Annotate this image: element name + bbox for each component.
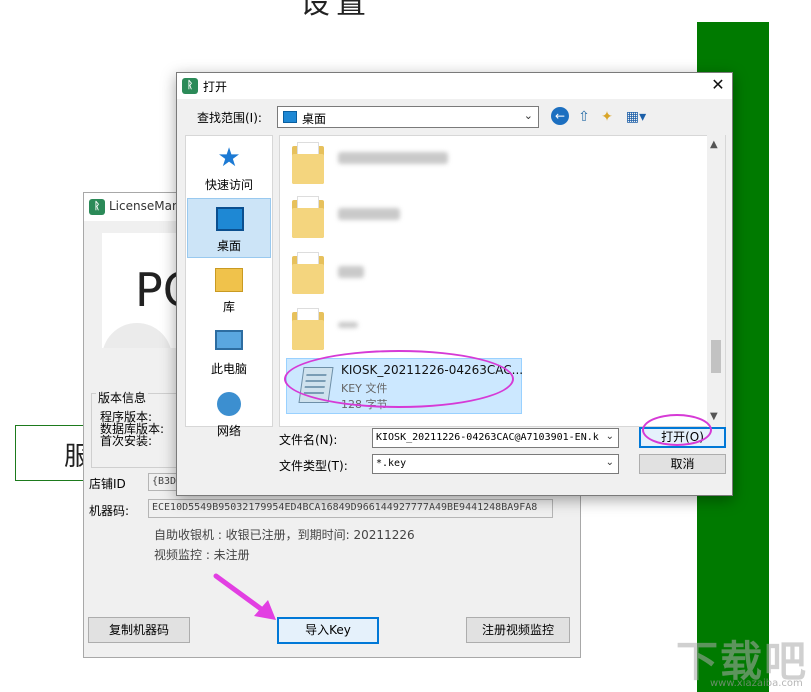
file-type-value: *.key — [376, 458, 407, 469]
first-install-label: 首次安装: — [100, 434, 153, 448]
version-group-label: 版本信息 — [96, 389, 149, 406]
file-type-label: 文件类型(T): — [279, 459, 348, 473]
blurred-folder-name — [338, 208, 400, 220]
file-list-scrollbar[interactable]: ▲ ▼ — [707, 135, 725, 427]
place-label: 桌面 — [216, 239, 241, 253]
annotation-ellipse-open — [642, 414, 712, 446]
scroll-up-icon[interactable]: ▲ — [710, 139, 718, 150]
view-menu-icon[interactable]: ▦▾ — [622, 107, 650, 127]
dialog-titlebar: ᚱ 打开 ✕ — [177, 73, 732, 99]
blurred-folder-name — [338, 266, 364, 278]
place-label: 库 — [222, 300, 235, 314]
folder-icon[interactable] — [290, 194, 326, 238]
library-icon — [215, 268, 243, 292]
dialog-title: 打开 — [203, 80, 228, 94]
up-folder-icon[interactable]: ⇧ — [574, 107, 594, 127]
place-library[interactable]: 库 — [187, 260, 271, 320]
annotation-arrow-icon — [213, 573, 276, 620]
computer-icon — [215, 330, 243, 350]
app-logo-icon: ᚱ — [89, 199, 105, 215]
banner-decoration — [102, 323, 172, 348]
place-label: 网络 — [216, 424, 241, 438]
places-bar: ★ 快速访问 桌面 库 此电脑 网络 — [185, 135, 273, 438]
background-page-title: 设置 — [300, 0, 372, 21]
folder-icon[interactable] — [290, 250, 326, 294]
register-video-button[interactable]: 注册视频监控 — [466, 617, 570, 643]
look-in-label: 查找范围(I): — [197, 111, 262, 125]
folder-icon[interactable] — [290, 140, 326, 184]
chevron-down-icon[interactable]: ⌄ — [606, 457, 614, 468]
cancel-button[interactable]: 取消 — [639, 454, 726, 474]
folder-icon[interactable] — [290, 306, 326, 350]
blurred-folder-name — [338, 152, 448, 164]
place-label: 快速访问 — [204, 178, 253, 192]
annotation-ellipse-file — [284, 350, 514, 408]
place-desktop[interactable]: 桌面 — [187, 198, 271, 258]
look-in-dropdown[interactable]: 桌面 ⌄ — [277, 106, 539, 128]
machine-code-label: 机器码: — [89, 504, 130, 518]
place-this-pc[interactable]: 此电脑 — [187, 322, 271, 382]
blurred-folder-name — [338, 322, 358, 328]
watermark-url: www.xiazaiba.com — [710, 678, 803, 689]
scroll-thumb[interactable] — [711, 340, 721, 373]
kiosk-status-text: 自助收银机 : 收银已注册，到期时间: 20211226 — [154, 528, 415, 542]
dialog-app-icon: ᚱ — [182, 78, 198, 94]
desktop-folder-icon — [283, 111, 297, 123]
place-network[interactable]: 网络 — [187, 384, 271, 444]
close-icon[interactable]: ✕ — [707, 75, 729, 97]
scroll-down-icon[interactable]: ▼ — [710, 411, 718, 422]
copy-machine-code-button[interactable]: 复制机器码 — [88, 617, 190, 643]
new-folder-icon[interactable]: ✦ — [597, 107, 617, 127]
video-status-text: 视频监控 : 未注册 — [154, 548, 250, 562]
back-arrow-icon[interactable]: ← — [551, 107, 569, 125]
look-in-value: 桌面 — [302, 112, 327, 126]
chevron-down-icon[interactable]: ⌄ — [606, 431, 614, 442]
import-key-button[interactable]: 导入Key — [277, 617, 379, 644]
file-type-dropdown[interactable]: *.key ⌄ — [372, 454, 619, 474]
store-id-label: 店铺ID — [89, 477, 126, 491]
file-name-value: KIOSK_20211226-04263CAC@A7103901-EN.k — [376, 432, 599, 443]
file-name-label: 文件名(N): — [279, 433, 338, 447]
chevron-down-icon: ⌄ — [523, 109, 533, 122]
place-label: 此电脑 — [210, 362, 247, 376]
desktop-icon — [216, 207, 244, 231]
file-name-input[interactable]: KIOSK_20211226-04263CAC@A7103901-EN.k ⌄ — [372, 428, 619, 448]
machine-code-field[interactable]: ECE10D5549B95032179954ED4BCA16849D966144… — [148, 499, 553, 518]
network-globe-icon — [217, 392, 241, 416]
star-icon: ★ — [217, 143, 241, 173]
place-quick-access[interactable]: ★ 快速访问 — [187, 138, 271, 198]
